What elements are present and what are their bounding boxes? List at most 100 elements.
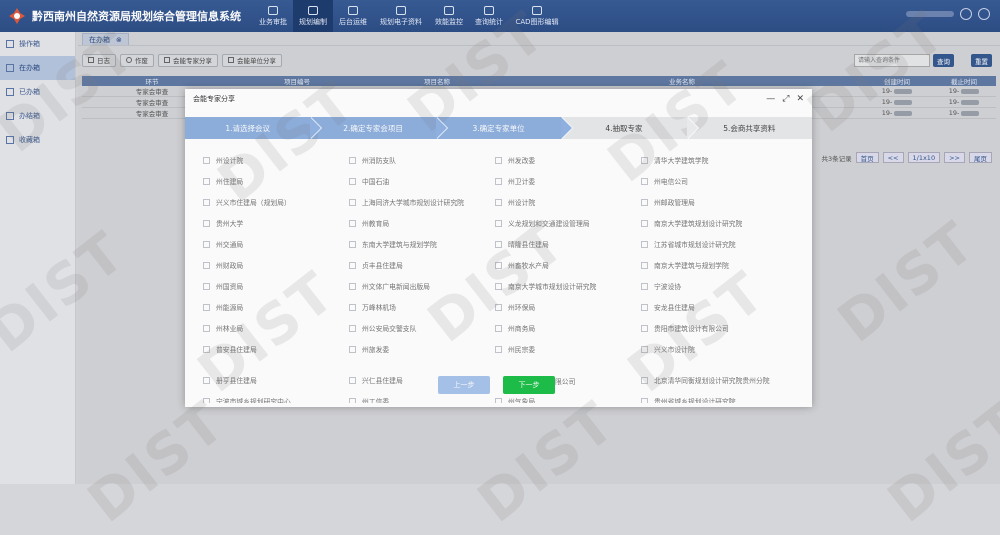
checkbox[interactable] (203, 156, 210, 164)
checkbox[interactable] (349, 261, 356, 269)
reset-button[interactable]: 重置 (971, 54, 992, 67)
step-select-meeting[interactable]: 1.请选择会议 (185, 117, 323, 139)
sidebar-item-done[interactable]: 已办箱 (0, 80, 75, 104)
unit-option[interactable]: 州公安局交警支队 (349, 323, 416, 333)
checkbox[interactable] (203, 303, 210, 311)
unit-option[interactable]: 北京清华同衡规划设计研究院贵州分院 (641, 375, 770, 385)
checkbox[interactable] (495, 156, 502, 164)
user-area[interactable] (906, 8, 990, 20)
checkbox[interactable] (349, 156, 356, 164)
checkbox[interactable] (495, 345, 502, 353)
unit-option[interactable]: 南京大学城市规划设计研究院 (495, 281, 596, 291)
unit-option[interactable]: 州能源局 (203, 302, 243, 312)
tab-close-icon[interactable]: ⊗ (116, 36, 122, 44)
checkbox[interactable] (641, 219, 648, 227)
logout-icon[interactable] (978, 8, 990, 20)
checkbox[interactable] (349, 345, 356, 353)
checkbox[interactable] (203, 261, 210, 269)
unit-option[interactable]: 州设计院 (203, 155, 243, 165)
checkbox[interactable] (495, 198, 502, 206)
checkbox[interactable] (495, 240, 502, 248)
unit-option[interactable]: 册亨县住建局 (203, 375, 257, 385)
checkbox[interactable] (495, 397, 502, 403)
minimize-icon[interactable]: — (766, 94, 775, 104)
checkbox[interactable] (641, 177, 648, 185)
unit-option[interactable]: 州工信委 (349, 396, 389, 403)
checkbox[interactable] (641, 198, 648, 206)
checkbox[interactable] (495, 303, 502, 311)
unit-option[interactable]: 州消防支队 (349, 155, 396, 165)
checkbox[interactable] (203, 240, 210, 248)
unit-option[interactable]: 贵州省城乡规划设计研究院 (641, 396, 736, 403)
unit-option[interactable]: 南京大学建筑规划设计研究院 (641, 218, 742, 228)
step-confirm-project[interactable]: 2.确定专家会项目 (310, 117, 448, 139)
unit-option[interactable]: 州设计院 (495, 197, 535, 207)
nav-item-monitor[interactable]: 效能监控 (429, 0, 469, 32)
unit-option[interactable]: 州卫计委 (495, 176, 535, 186)
checkbox[interactable] (349, 397, 356, 403)
first-page-button[interactable]: 首页 (855, 152, 879, 163)
nav-item-docs[interactable]: 规划电子资料 (373, 0, 429, 32)
unit-option[interactable]: 宁波市城乡规划研究中心 (203, 396, 291, 403)
unit-option[interactable]: 兴义市住建局（规划局） (203, 197, 291, 207)
unit-option[interactable]: 州旅发委 (349, 344, 389, 354)
prev-step-button[interactable]: 上一步 (438, 376, 490, 394)
unit-option[interactable]: 江苏省城市规划设计研究院 (641, 239, 736, 249)
checkbox[interactable] (203, 397, 210, 403)
unit-option[interactable]: 州商务局 (495, 323, 535, 333)
unit-option[interactable]: 州民宗委 (495, 344, 535, 354)
checkbox[interactable] (349, 376, 356, 384)
checkbox[interactable] (349, 219, 356, 227)
checkbox[interactable] (495, 261, 502, 269)
nav-item-approval[interactable]: 业务审批 (253, 0, 293, 32)
search-input[interactable] (854, 54, 930, 67)
checkbox[interactable] (203, 282, 210, 290)
unit-option[interactable]: 贵阳市建筑设计有限公司 (641, 323, 729, 333)
nav-item-cad[interactable]: CAD图形编辑 (509, 0, 565, 32)
unit-option[interactable]: 晴隆县住建局 (495, 239, 549, 249)
checkbox[interactable] (641, 345, 648, 353)
unit-option[interactable]: 兴仁县住建局 (349, 375, 403, 385)
share-expert-button[interactable]: 会能专家分享 (158, 53, 218, 67)
step-share-resources[interactable]: 5.会商共享资料 (686, 117, 813, 139)
unit-option[interactable]: 清华大学建筑学院 (641, 155, 708, 165)
query-button[interactable]: 查询 (933, 54, 954, 67)
unit-option[interactable]: 兴义市设计院 (641, 344, 695, 354)
log-button[interactable]: 日志 (82, 53, 116, 67)
sidebar-item-inprogress[interactable]: 在办箱 (0, 56, 75, 80)
unit-option[interactable]: 东南大学建筑与规划学院 (349, 239, 437, 249)
next-step-button[interactable]: 下一步 (503, 376, 555, 394)
checkbox[interactable] (349, 324, 356, 332)
unit-option[interactable]: 州畜牧水产局 (495, 260, 549, 270)
checkbox[interactable] (641, 324, 648, 332)
maximize-icon[interactable]: ⤢ (782, 94, 789, 104)
unit-option[interactable]: 州教育局 (349, 218, 389, 228)
checkbox[interactable] (203, 324, 210, 332)
step-confirm-unit[interactable]: 3.确定专家单位 (435, 117, 574, 139)
unit-option[interactable]: 州文体广电新闻出版局 (349, 281, 430, 291)
checkbox[interactable] (641, 240, 648, 248)
void-button[interactable]: 作废 (120, 53, 154, 67)
unit-option[interactable]: 州气象局 (495, 396, 535, 403)
unit-option[interactable]: 上海同济大学城市规划设计研究院 (349, 197, 464, 207)
checkbox[interactable] (641, 261, 648, 269)
next-page-button[interactable]: >> (944, 152, 965, 163)
checkbox[interactable] (349, 177, 356, 185)
unit-option[interactable]: 州交通局 (203, 239, 243, 249)
checkbox[interactable] (203, 177, 210, 185)
prev-page-button[interactable]: << (882, 152, 904, 163)
unit-option[interactable]: 贞丰县住建局 (349, 260, 403, 270)
unit-option[interactable]: 州住建局 (203, 176, 243, 186)
unit-option[interactable]: 南京大学建筑与规划学院 (641, 260, 729, 270)
unit-option[interactable]: 万峰林机场 (349, 302, 396, 312)
checkbox[interactable] (203, 198, 210, 206)
checkbox[interactable] (495, 177, 502, 185)
tab-inprogress[interactable]: 在办箱 ⊗ (82, 33, 129, 45)
checkbox[interactable] (349, 240, 356, 248)
checkbox[interactable] (495, 282, 502, 290)
checkbox[interactable] (641, 282, 648, 290)
unit-option[interactable]: 义龙规划和交通建设管理局 (495, 218, 590, 228)
sidebar-item-favorites[interactable]: 收藏箱 (0, 128, 75, 152)
checkbox[interactable] (349, 282, 356, 290)
checkbox[interactable] (641, 397, 648, 403)
